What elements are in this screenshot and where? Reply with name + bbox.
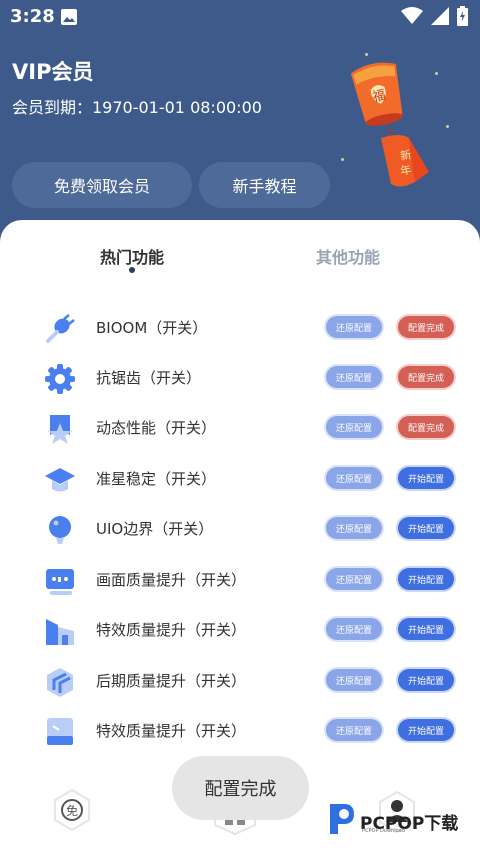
start-config-button[interactable]: 开始配置 <box>398 719 454 741</box>
feature-label: 特效质量提升（开关） <box>96 621 247 639</box>
star-dot <box>341 158 344 161</box>
balloon-icon <box>49 516 71 544</box>
feature-row-uio-border: UIO边界（开关） 还原配置 开始配置 <box>0 504 480 554</box>
sky-lantern-illustration: 福 新 年 <box>350 62 429 187</box>
plug-icon <box>46 314 75 343</box>
graduation-cap-icon <box>45 468 75 492</box>
restore-config-button[interactable]: 还原配置 <box>326 568 382 590</box>
star-dot <box>446 125 449 128</box>
restore-config-button[interactable]: 还原配置 <box>326 517 382 539</box>
start-config-button[interactable]: 开始配置 <box>398 467 454 489</box>
gear-icon <box>45 364 75 394</box>
restore-config-button[interactable]: 还原配置 <box>326 719 382 741</box>
feature-row-crosshair: 准星稳定（开关） 还原配置 开始配置 <box>0 454 480 504</box>
feature-label: 特效质量提升（开关） <box>96 722 247 740</box>
config-done-button[interactable]: 配置完成 <box>398 416 454 438</box>
pcpop-logo-icon <box>330 804 354 834</box>
config-done-button[interactable]: 配置完成 <box>398 316 454 338</box>
feature-label: 抗锯齿（开关） <box>96 369 202 387</box>
free-vip-button[interactable]: 免费领取会员 <box>12 162 192 208</box>
config-done-button[interactable]: 配置完成 <box>398 366 454 388</box>
star-dot <box>365 53 368 56</box>
free-badge-icon[interactable]: 免 <box>51 788 93 832</box>
restore-config-button[interactable]: 还原配置 <box>326 316 382 338</box>
status-bar: 3:28 <box>0 0 480 34</box>
card-icon <box>47 718 73 745</box>
feature-label: UIO边界（开关） <box>96 520 214 538</box>
feature-label: 后期质量提升（开关） <box>96 672 247 690</box>
feature-row-image-quality: 画面质量提升（开关） 还原配置 开始配置 <box>0 555 480 605</box>
vip-expiry: 会员到期：1970-01-01 08:00:00 <box>12 98 262 117</box>
start-config-button[interactable]: 开始配置 <box>398 517 454 539</box>
start-config-button[interactable]: 开始配置 <box>398 568 454 590</box>
pcpop-watermark: PCPOP下载 PCPOP Download <box>326 800 476 840</box>
signal-icon <box>431 7 449 25</box>
start-config-button[interactable]: 开始配置 <box>398 669 454 691</box>
watermark-sub: PCPOP Download <box>362 828 405 834</box>
battery-icon <box>457 6 468 26</box>
gallery-notification-icon <box>61 9 77 25</box>
status-indicators <box>401 6 468 26</box>
restore-config-button[interactable]: 还原配置 <box>326 366 382 388</box>
star-badge-icon <box>48 415 72 444</box>
restore-config-button[interactable]: 还原配置 <box>326 618 382 640</box>
restore-config-button[interactable]: 还原配置 <box>326 467 382 489</box>
restore-config-button[interactable]: 还原配置 <box>326 416 382 438</box>
wifi-icon <box>401 7 423 24</box>
tab-hot-features[interactable]: 热门功能 <box>100 244 164 268</box>
start-config-button[interactable]: 开始配置 <box>398 618 454 640</box>
cube-icon <box>47 668 73 697</box>
feature-row-dynamic-performance: 动态性能（开关） 还原配置 配置完成 <box>0 403 480 453</box>
feature-row-antialias: 抗锯齿（开关） 还原配置 配置完成 <box>0 353 480 403</box>
status-time: 3:28 <box>10 6 55 27</box>
building-icon <box>46 619 74 645</box>
active-tab-indicator <box>129 267 135 273</box>
restore-config-button[interactable]: 还原配置 <box>326 669 382 691</box>
feature-row-post-quality: 后期质量提升（开关） 还原配置 开始配置 <box>0 656 480 706</box>
tutorial-button[interactable]: 新手教程 <box>199 162 330 208</box>
feature-label: 画面质量提升（开关） <box>96 571 247 589</box>
feature-row-effects-quality-2: 特效质量提升（开关） 还原配置 开始配置 <box>0 706 480 756</box>
tab-other-features[interactable]: 其他功能 <box>316 244 380 268</box>
feature-label: BIOOM（开关） <box>96 319 208 337</box>
free-badge-glyph: 免 <box>66 803 78 818</box>
feature-label: 动态性能（开关） <box>96 419 217 437</box>
toast-config-done: 配置完成 <box>172 756 309 820</box>
screen-icon <box>46 569 74 595</box>
feature-label: 准星稳定（开关） <box>96 470 217 488</box>
feature-row-bioom: BIOOM（开关） 还原配置 配置完成 <box>0 303 480 353</box>
feature-row-effects-quality: 特效质量提升（开关） 还原配置 开始配置 <box>0 605 480 655</box>
vip-title: VIP会员 <box>12 60 94 84</box>
